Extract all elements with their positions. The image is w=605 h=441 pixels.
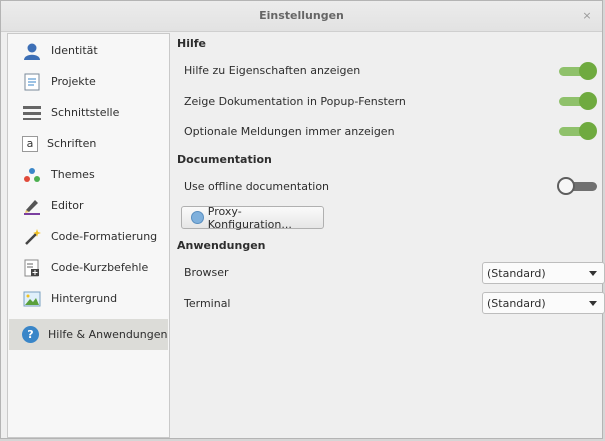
help-icon: ?: [22, 326, 39, 343]
toggle-knob: [579, 62, 597, 80]
browser-select-value: (Standard): [487, 266, 546, 280]
sidebar-item-themes[interactable]: Themes: [9, 159, 168, 190]
sidebar-item-label: Schnittstelle: [51, 106, 120, 119]
sidebar-item-projekte[interactable]: Projekte: [9, 66, 168, 97]
document-icon: [22, 72, 42, 92]
title-bar[interactable]: Einstellungen ×: [1, 1, 602, 32]
editor-pen-icon: [22, 196, 42, 216]
sidebar-item-label: Hintergrund: [51, 292, 118, 305]
settings-sidebar: Identität Projekte Schnittstelle a Schri…: [7, 33, 170, 438]
magic-wand-icon: [22, 227, 42, 247]
help-settings-panel: Hilfe Hilfe zu Eigenschaften anzeigen Ze…: [177, 35, 605, 438]
toggle-knob: [557, 177, 575, 195]
window-title: Einstellungen: [259, 9, 344, 22]
close-icon[interactable]: ×: [580, 9, 594, 23]
sidebar-item-schriften[interactable]: a Schriften: [9, 128, 168, 159]
sidebar-item-label: Code-Formatierung: [51, 230, 158, 243]
interface-icon: [22, 103, 42, 123]
section-heading-documentation: Documentation: [177, 153, 272, 166]
chevron-down-icon: [589, 300, 597, 306]
shortcuts-icon: [22, 258, 42, 278]
offline-docs-toggle[interactable]: [557, 176, 597, 196]
sidebar-item-label: Editor: [51, 199, 84, 212]
proxy-button-label: Proxy-Konfiguration...: [207, 204, 292, 231]
sidebar-item-label: Schriften: [47, 137, 97, 150]
terminal-select[interactable]: (Standard): [482, 292, 605, 314]
sidebar-item-identitaet[interactable]: Identität: [9, 35, 168, 66]
terminal-label: Terminal: [184, 297, 231, 310]
sidebar-item-code-kurzbefehle[interactable]: Code-Kurzbefehle: [9, 252, 168, 283]
toggle-knob: [579, 92, 597, 110]
option-label: Optionale Meldungen immer anzeigen: [184, 125, 395, 138]
sidebar-item-label: Themes: [51, 168, 95, 181]
section-heading-hilfe: Hilfe: [177, 37, 206, 50]
option-label: Zeige Dokumentation in Popup-Fenstern: [184, 95, 406, 108]
sidebar-item-editor[interactable]: Editor: [9, 190, 168, 221]
proxy-configuration-button[interactable]: Proxy-Konfiguration...: [181, 204, 324, 231]
network-icon: [191, 211, 204, 224]
preferences-window: Einstellungen × Identität Projekte Schni…: [0, 0, 605, 439]
sidebar-item-label: Projekte: [51, 75, 96, 88]
chevron-down-icon: [589, 270, 597, 276]
themes-icon: [22, 165, 42, 185]
image-icon: [22, 289, 42, 309]
terminal-select-value: (Standard): [487, 296, 546, 310]
sidebar-item-hilfe-anwendungen[interactable]: ? Hilfe & Anwendungen: [9, 319, 168, 350]
browser-label: Browser: [184, 266, 229, 279]
optional-messages-toggle[interactable]: [557, 121, 597, 141]
sidebar-item-label: Hilfe & Anwendungen: [48, 328, 168, 341]
help-properties-toggle[interactable]: [557, 61, 597, 81]
popup-docs-toggle[interactable]: [557, 91, 597, 111]
sidebar-item-hintergrund[interactable]: Hintergrund: [9, 283, 168, 314]
sidebar-item-label: Identität: [51, 44, 98, 57]
option-label: Use offline documentation: [184, 180, 330, 193]
browser-select[interactable]: (Standard): [482, 262, 605, 284]
sidebar-item-code-formatierung[interactable]: Code-Formatierung: [9, 221, 168, 252]
option-label: Hilfe zu Eigenschaften anzeigen: [184, 64, 361, 77]
font-icon: a: [22, 135, 38, 152]
section-heading-anwendungen: Anwendungen: [177, 239, 266, 252]
person-icon: [22, 41, 42, 61]
sidebar-item-schnittstelle[interactable]: Schnittstelle: [9, 97, 168, 128]
sidebar-item-label: Code-Kurzbefehle: [51, 261, 149, 274]
toggle-knob: [579, 122, 597, 140]
